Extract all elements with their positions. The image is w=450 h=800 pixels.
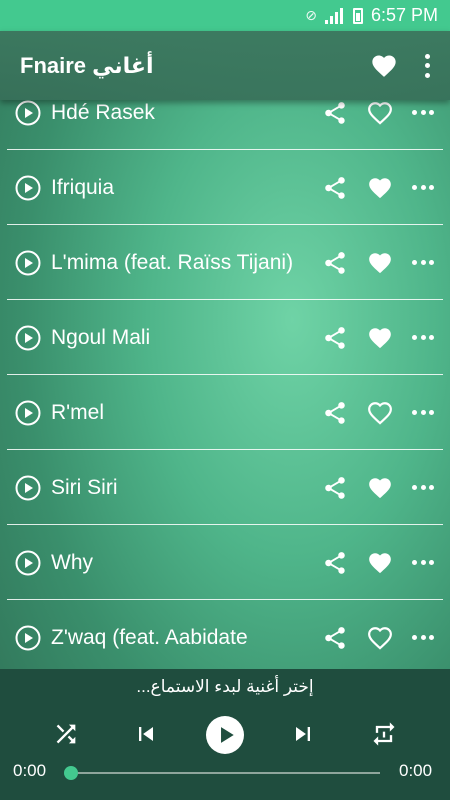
heart-outline-icon[interactable]: [366, 400, 394, 426]
song-row[interactable]: Z'waq (feat. Aabidate: [0, 600, 450, 669]
play-circle-icon[interactable]: [15, 625, 41, 651]
more-options-icon[interactable]: [412, 559, 434, 566]
next-icon[interactable]: [289, 720, 317, 748]
song-title[interactable]: Hdé Rasek: [51, 101, 322, 125]
play-icon: [221, 727, 234, 743]
song-row[interactable]: L'mima (feat. Raïss Tijani): [0, 225, 450, 300]
more-options-icon[interactable]: [412, 184, 434, 191]
play-circle-icon[interactable]: [15, 250, 41, 276]
heart-filled-icon[interactable]: [366, 250, 394, 276]
more-options-icon[interactable]: [412, 634, 434, 641]
status-time: 6:57 PM: [370, 5, 438, 25]
play-circle-icon[interactable]: [15, 475, 41, 501]
share-icon[interactable]: [322, 475, 348, 501]
repeat-icon[interactable]: [370, 720, 398, 748]
play-circle-icon[interactable]: [15, 175, 41, 201]
play-button[interactable]: [206, 716, 244, 754]
previous-icon[interactable]: [132, 720, 160, 748]
song-title[interactable]: Ifriquia: [51, 176, 322, 200]
heart-outline-icon[interactable]: [366, 625, 394, 651]
song-row[interactable]: Ifriquia: [0, 150, 450, 225]
heart-filled-icon[interactable]: [366, 475, 394, 501]
song-title[interactable]: R'mel: [51, 401, 322, 425]
more-options-icon[interactable]: [412, 109, 434, 116]
heart-filled-icon[interactable]: [366, 325, 394, 351]
heart-filled-icon[interactable]: [366, 550, 394, 576]
share-icon[interactable]: [322, 250, 348, 276]
song-title[interactable]: Z'waq (feat. Aabidate: [51, 626, 322, 650]
song-row[interactable]: Siri Siri: [0, 450, 450, 525]
more-options-icon[interactable]: [412, 334, 434, 341]
signal-icon: [324, 7, 345, 24]
player-bar: إختر أغنية لبدء الاستماع... 0:00 0:00: [0, 669, 450, 800]
player-prompt: إختر أغنية لبدء الاستماع...: [136, 677, 314, 696]
share-icon[interactable]: [322, 625, 348, 651]
player-controls: [0, 716, 450, 756]
share-icon[interactable]: [322, 175, 348, 201]
status-bar: ⊘ 6:57 PM: [0, 0, 450, 31]
app-title: Fnaire أغاني: [20, 52, 154, 78]
current-time: 0:00: [13, 761, 47, 780]
share-icon[interactable]: [322, 100, 348, 126]
seek-handle[interactable]: [64, 766, 78, 780]
song-row[interactable]: R'mel: [0, 375, 450, 450]
more-options-icon[interactable]: [412, 259, 434, 266]
total-time: 0:00: [399, 761, 433, 780]
play-circle-icon[interactable]: [15, 100, 41, 126]
shuffle-icon[interactable]: [52, 720, 80, 748]
song-row[interactable]: Why: [0, 525, 450, 600]
share-icon[interactable]: [322, 325, 348, 351]
song-title[interactable]: L'mima (feat. Raïss Tijani): [51, 251, 322, 275]
play-circle-icon[interactable]: [15, 550, 41, 576]
no-wifi-icon: ⊘: [305, 7, 317, 23]
song-title[interactable]: Why: [51, 551, 322, 575]
song-title[interactable]: Ngoul Mali: [51, 326, 322, 350]
heart-outline-icon[interactable]: [366, 100, 394, 126]
share-icon[interactable]: [322, 550, 348, 576]
seek-bar[interactable]: [70, 772, 380, 774]
song-row[interactable]: Ngoul Mali: [0, 300, 450, 375]
play-circle-icon[interactable]: [15, 325, 41, 351]
song-list: Hdé Rasek Ifriquia L'mima (feat. Raïss Tij…: [0, 75, 450, 669]
heart-filled-icon[interactable]: [366, 175, 394, 201]
more-options-icon[interactable]: [412, 484, 434, 491]
share-icon[interactable]: [322, 400, 348, 426]
favorites-heart-icon[interactable]: [370, 52, 398, 80]
song-title[interactable]: Siri Siri: [51, 476, 322, 500]
overflow-menu-icon[interactable]: [424, 53, 430, 78]
battery-icon: [352, 7, 363, 24]
play-circle-icon[interactable]: [15, 400, 41, 426]
more-options-icon[interactable]: [412, 409, 434, 416]
app-bar: Fnaire أغاني: [0, 31, 450, 100]
